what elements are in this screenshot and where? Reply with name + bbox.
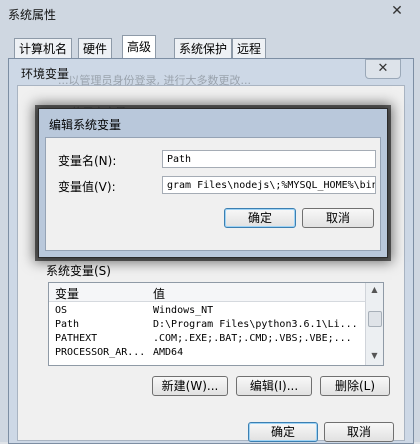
- variable-value-field[interactable]: gram Files\nodejs\;%MYSQL_HOME%\bin: [162, 176, 376, 194]
- column-header-variable[interactable]: 变量: [55, 285, 79, 302]
- variable-value-label: 变量值(V):: [58, 180, 116, 194]
- list-header: 变量 值: [49, 283, 365, 302]
- variable-name-field[interactable]: Path: [162, 150, 376, 168]
- tab-hardware[interactable]: 硬件: [78, 38, 113, 59]
- scroll-thumb[interactable]: [368, 311, 382, 327]
- row-value: Windows_NT: [153, 305, 214, 316]
- row-value: .COM;.EXE;.BAT;.CMD;.VBS;.VBE;...: [153, 333, 352, 344]
- row-name: PROCESSOR_AR...: [55, 347, 146, 358]
- table-row[interactable]: OS Windows_NT: [49, 304, 365, 318]
- tab-remote[interactable]: 远程: [232, 38, 267, 59]
- faded-hint-text: ...以管理员身份登录, 进行大多数更改...: [58, 74, 251, 87]
- row-name: OS: [55, 305, 68, 316]
- cancel-button[interactable]: 取消: [324, 422, 394, 442]
- row-name: Path: [55, 319, 80, 330]
- new-variable-button[interactable]: 新建(W)...: [152, 376, 228, 396]
- system-vars-label: 系统变量(S): [46, 264, 111, 278]
- edit-cancel-button[interactable]: 取消: [302, 208, 374, 228]
- ok-button[interactable]: 确定: [248, 422, 318, 442]
- tab-computer-name[interactable]: 计算机名: [14, 38, 73, 59]
- row-name: PATHEXT: [55, 333, 98, 344]
- table-row[interactable]: Path D:\Program Files\python3.6.1\Li...: [49, 318, 365, 332]
- delete-variable-button[interactable]: 删除(L): [320, 376, 390, 396]
- edit-system-variable-dialog: 编辑系统变量 变量名(N): Path 变量值(V): gram Files\n…: [38, 108, 388, 258]
- scroll-down-icon[interactable]: ▼: [368, 351, 381, 363]
- column-header-value[interactable]: 值: [153, 285, 165, 302]
- close-icon[interactable]: ✕: [365, 59, 401, 79]
- system-vars-list[interactable]: 变量 值 OS Windows_NT Path D:\Program Files…: [48, 282, 384, 366]
- vertical-scrollbar[interactable]: ▲ ▼: [365, 283, 383, 365]
- row-value: D:\Program Files\python3.6.1\Li...: [153, 319, 358, 330]
- system-properties-title: 系统属性: [8, 8, 57, 22]
- tab-system-protection[interactable]: 系统保护: [174, 38, 233, 59]
- table-row[interactable]: PROCESSOR_AR... AMD64: [49, 346, 365, 360]
- variable-name-label: 变量名(N):: [58, 154, 117, 168]
- edit-dialog-title: 编辑系统变量: [49, 118, 122, 132]
- tab-advanced[interactable]: 高级: [122, 35, 157, 60]
- table-row[interactable]: PATHEXT .COM;.EXE;.BAT;.CMD;.VBS;.VBE;..…: [49, 332, 365, 346]
- edit-dialog-client: 变量名(N): Path 变量值(V): gram Files\nodejs\;…: [45, 137, 381, 251]
- row-value: AMD64: [153, 347, 184, 358]
- edit-ok-button[interactable]: 确定: [224, 208, 296, 228]
- edit-variable-button[interactable]: 编辑(I)...: [236, 376, 312, 396]
- close-icon[interactable]: ✕: [384, 2, 410, 20]
- scroll-up-icon[interactable]: ▲: [368, 285, 381, 297]
